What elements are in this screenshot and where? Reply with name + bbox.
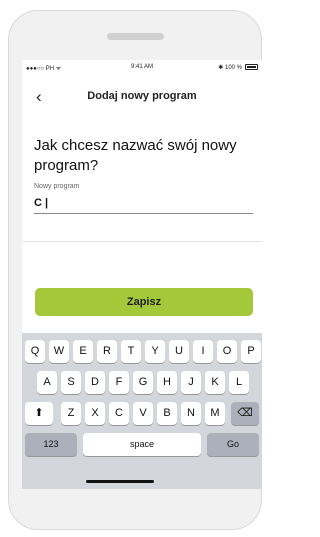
- speaker-icon: [107, 33, 164, 40]
- keyboard: Q W E R T Y U I O P A S D F G H J K L ⬆ …: [22, 333, 262, 489]
- key-o[interactable]: O: [217, 340, 237, 363]
- key-h[interactable]: H: [157, 371, 177, 394]
- field-label: Nowy program: [34, 183, 80, 190]
- key-b[interactable]: B: [157, 402, 177, 425]
- space-key[interactable]: space: [83, 433, 201, 456]
- keyboard-row-4: 123 space Go: [22, 433, 262, 457]
- keyboard-row-1: Q W E R T Y U I O P: [22, 340, 262, 364]
- home-indicator: [86, 480, 154, 483]
- key-g[interactable]: G: [133, 371, 153, 394]
- battery-icon: [245, 64, 258, 70]
- key-z[interactable]: Z: [61, 402, 81, 425]
- question-heading: Jak chcesz nazwać swój nowy program?: [34, 137, 237, 174]
- key-q[interactable]: Q: [25, 340, 45, 363]
- keyboard-row-3: ⬆ Z X C V B N M ⌫: [22, 402, 262, 426]
- key-y[interactable]: Y: [145, 340, 165, 363]
- divider: [22, 241, 262, 242]
- key-j[interactable]: J: [181, 371, 201, 394]
- key-a[interactable]: A: [37, 371, 57, 394]
- app-screen: ●●●○○ PH ᯤ 9:41 AM ✱ 100 % ‹ Dodaj nowy …: [22, 60, 262, 489]
- key-d[interactable]: D: [85, 371, 105, 394]
- key-w[interactable]: W: [49, 340, 69, 363]
- key-n[interactable]: N: [181, 402, 201, 425]
- go-key[interactable]: Go: [207, 433, 259, 456]
- key-r[interactable]: R: [97, 340, 117, 363]
- key-k[interactable]: K: [205, 371, 225, 394]
- key-s[interactable]: S: [61, 371, 81, 394]
- key-m[interactable]: M: [205, 402, 225, 425]
- nav-header: ‹ Dodaj nowy program: [22, 86, 262, 112]
- key-u[interactable]: U: [169, 340, 189, 363]
- save-button[interactable]: Zapisz: [35, 288, 253, 316]
- key-l[interactable]: L: [229, 371, 249, 394]
- delete-icon[interactable]: ⌫: [231, 402, 259, 425]
- page-title: Dodaj nowy program: [87, 90, 197, 102]
- key-t[interactable]: T: [121, 340, 141, 363]
- key-i[interactable]: I: [193, 340, 213, 363]
- numbers-key[interactable]: 123: [25, 433, 77, 456]
- key-p[interactable]: P: [241, 340, 261, 363]
- key-e[interactable]: E: [73, 340, 93, 363]
- keyboard-row-2: A S D F G H J K L: [22, 371, 262, 395]
- key-x[interactable]: X: [85, 402, 105, 425]
- key-c[interactable]: C: [109, 402, 129, 425]
- key-f[interactable]: F: [109, 371, 129, 394]
- key-v[interactable]: V: [133, 402, 153, 425]
- program-name-input[interactable]: [34, 193, 253, 214]
- battery-percentage: ✱ 100 %: [218, 65, 242, 71]
- shift-icon[interactable]: ⬆: [25, 402, 53, 425]
- status-bar: ●●●○○ PH ᯤ 9:41 AM ✱ 100 %: [22, 60, 262, 74]
